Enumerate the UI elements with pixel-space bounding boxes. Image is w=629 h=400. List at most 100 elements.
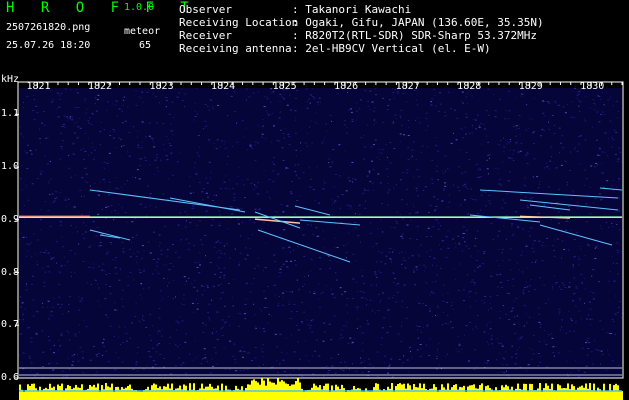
noise-speck [589, 318, 592, 320]
noise-speck [81, 297, 83, 299]
noise-speck [444, 322, 447, 324]
noise-speck [213, 194, 216, 196]
noise-speck [300, 150, 302, 152]
noise-speck [577, 369, 580, 371]
noise-speck [290, 193, 293, 195]
histogram-bar [605, 390, 607, 400]
noise-speck [294, 110, 297, 112]
noise-speck [436, 145, 438, 147]
noise-speck [142, 288, 144, 290]
noise-speck [532, 251, 535, 253]
histogram-bar [277, 377, 279, 400]
noise-speck [177, 224, 180, 226]
noise-speck [121, 186, 123, 188]
noise-speck [281, 147, 283, 149]
noise-speck [52, 256, 55, 258]
noise-speck [496, 295, 498, 297]
noise-speck [286, 291, 288, 293]
noise-speck [216, 363, 218, 365]
histogram-bar [219, 390, 221, 400]
noise-speck [103, 345, 106, 347]
noise-speck [585, 365, 588, 367]
noise-speck [223, 346, 225, 348]
noise-speck [420, 152, 422, 154]
noise-speck [70, 89, 72, 91]
noise-speck [393, 273, 395, 275]
noise-speck [371, 182, 374, 184]
noise-speck [435, 170, 438, 172]
noise-speck [175, 320, 178, 322]
noise-speck [166, 285, 168, 287]
noise-speck [59, 221, 62, 223]
noise-speck [211, 358, 213, 360]
noise-speck [494, 110, 497, 112]
noise-speck [176, 96, 179, 98]
noise-speck [115, 273, 118, 275]
noise-speck [48, 335, 50, 337]
noise-speck [433, 210, 436, 212]
noise-speck [128, 248, 131, 250]
noise-speck [69, 249, 72, 251]
noise-speck [389, 257, 392, 259]
noise-speck [552, 245, 554, 247]
noise-speck [323, 375, 325, 377]
noise-speck [227, 115, 229, 117]
noise-speck [289, 94, 291, 96]
noise-speck [408, 346, 411, 348]
noise-speck [83, 158, 86, 160]
noise-speck [572, 266, 574, 268]
noise-speck [290, 373, 292, 375]
noise-speck [151, 273, 154, 275]
histogram-bar [503, 387, 505, 400]
noise-speck [229, 257, 231, 259]
noise-speck [274, 215, 277, 217]
noise-speck [19, 239, 21, 241]
noise-speck [50, 101, 53, 103]
noise-speck [226, 164, 228, 166]
noise-speck [309, 327, 312, 329]
noise-speck [591, 363, 594, 365]
histogram-bar [303, 391, 305, 400]
noise-speck [167, 296, 169, 298]
noise-speck [164, 225, 167, 227]
noise-speck [62, 313, 64, 315]
noise-speck [336, 196, 339, 198]
noise-speck [607, 99, 610, 101]
noise-speck [560, 257, 562, 259]
noise-speck [598, 193, 601, 195]
noise-speck [254, 141, 257, 143]
noise-speck [118, 137, 121, 139]
noise-speck [425, 281, 427, 283]
noise-speck [20, 306, 23, 308]
noise-speck [208, 139, 211, 141]
noise-speck [184, 372, 187, 374]
noise-speck [58, 284, 61, 286]
noise-speck [154, 173, 156, 175]
noise-speck [426, 251, 428, 253]
noise-speck [108, 181, 111, 183]
noise-speck [595, 139, 598, 141]
noise-speck [206, 285, 209, 287]
noise-speck [204, 255, 206, 257]
noise-speck [505, 313, 507, 315]
noise-speck [246, 254, 249, 256]
noise-speck [615, 242, 618, 244]
noise-speck [492, 239, 494, 241]
noise-speck [362, 274, 364, 276]
noise-speck [407, 134, 410, 136]
noise-speck [467, 292, 469, 294]
noise-speck [77, 106, 80, 108]
noise-speck [420, 244, 422, 246]
noise-speck [451, 305, 453, 307]
noise-speck [172, 134, 174, 136]
noise-speck [564, 286, 567, 288]
noise-speck [462, 237, 465, 239]
noise-speck [577, 375, 580, 377]
noise-speck [223, 267, 226, 269]
noise-speck [65, 376, 68, 378]
noise-speck [19, 355, 21, 357]
histogram-bar [357, 388, 359, 400]
noise-speck [518, 269, 520, 271]
noise-speck [222, 326, 224, 328]
noise-speck [601, 172, 604, 174]
